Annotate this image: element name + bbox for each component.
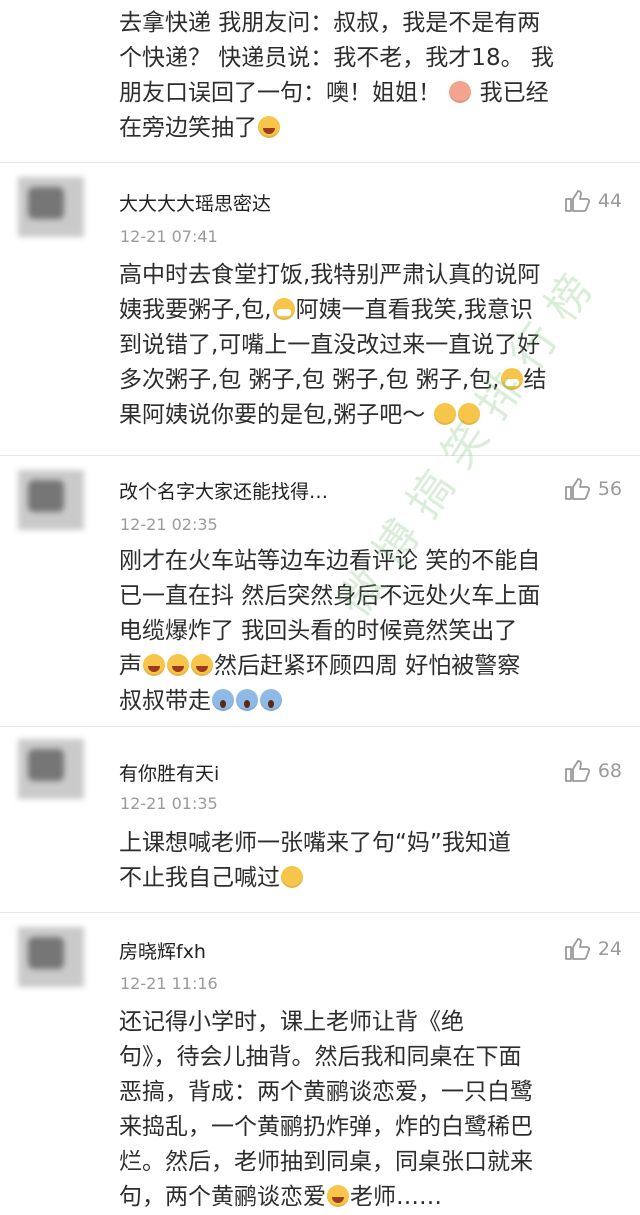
laugh-cry-icon [167, 654, 189, 676]
comment-line: 多次粥子,包 粥子,包 粥子,包 粥子,包, [119, 367, 500, 393]
timestamp: 12-21 01:35 [120, 794, 218, 813]
timestamp: 12-21 02:35 [120, 515, 218, 534]
like-button[interactable]: 68 [564, 759, 622, 783]
comment-line-tail: 我已经 [479, 80, 549, 106]
laugh-cry-icon [191, 654, 213, 676]
comment-line: 不止我自己喊过 [119, 865, 280, 891]
comment-line-wrap: 叔叔带走 [119, 684, 619, 719]
username[interactable]: 大大大大瑶思密达 [119, 189, 271, 216]
timestamp: 12-21 11:16 [120, 974, 218, 993]
like-count: 56 [597, 478, 622, 500]
comment-line: 姨我要粥子,包, [119, 297, 272, 323]
comment-line: 还记得小学时，课上老师让背《绝 [119, 1009, 464, 1035]
comment-line-wrap: 不止我自己喊过 [119, 861, 619, 896]
comment-line: 朋友口误回了一句：噢！姐姐！ [119, 80, 441, 106]
comment-body: 还记得小学时，课上老师让背《绝 句》，待会儿抽背。然后我和同桌在下面 恶搞，背成… [119, 1005, 619, 1215]
laugh-cry-icon [258, 116, 280, 138]
username[interactable]: 有你胜有天i [119, 759, 219, 786]
laugh-cry-icon [327, 1185, 349, 1207]
comment-feed: 去拿快递 我朋友问：叔叔，我是不是有两 个快递？ 快递员说：我不老，我才18。 … [0, 0, 640, 1215]
avatar[interactable] [18, 177, 84, 237]
comment-line: 声 [119, 653, 142, 679]
comment-line: 阿姨一直看我笑,我意识 [295, 297, 533, 323]
like-count: 68 [597, 760, 622, 782]
comment-body: 上课想喊老师一张嘴来了句“妈”我知道 不止我自己喊过 [119, 826, 619, 896]
comment-line: 个快递？ 快递员说：我不老，我才18。 我 [119, 45, 554, 71]
scream-face-icon [260, 689, 282, 711]
comment-line-wrap: 句，两个黄鹂谈恋爱 老师…… [119, 1180, 619, 1215]
like-button[interactable]: 44 [564, 189, 622, 213]
comment-line: 老师…… [350, 1184, 442, 1210]
scream-face-icon [236, 689, 258, 711]
comment-line: 叔叔带走 [119, 688, 211, 714]
comment-line: 去拿快递 我朋友问：叔叔，我是不是有两 [119, 10, 541, 36]
comment-line-wrap: 果阿姨说你要的是包,粥子吧～ [119, 398, 619, 433]
like-count: 24 [597, 938, 622, 960]
like-button[interactable]: 24 [564, 937, 622, 961]
comment-line: 恶搞，背成：两个黄鹂谈恋爱，一只白鹭 [119, 1079, 533, 1105]
comment-line: 句》，待会儿抽背。然后我和同桌在下面 [119, 1044, 522, 1070]
thumbs-up-icon [564, 190, 590, 212]
comment-line-wrap: 朋友口误回了一句：噢！姐姐！ 我已经 [119, 76, 549, 111]
comment-line: 句，两个黄鹂谈恋爱 [119, 1184, 326, 1210]
username[interactable]: 房晓辉fxh [119, 937, 206, 964]
comment-line-wrap: 声 然后赶紧环顾四周 好怕被警察 [119, 649, 619, 684]
thumbs-up-icon [564, 938, 590, 960]
avatar[interactable] [18, 739, 84, 799]
comment-line: 在旁边笑抽了 [119, 115, 257, 141]
comment-line: 上课想喊老师一张嘴来了句“妈”我知道 [119, 830, 511, 856]
laugh-cry-icon [143, 654, 165, 676]
scream-face-icon [212, 689, 234, 711]
comment-line: 烂。然后，老师抽到同桌，同桌张口就来 [119, 1149, 533, 1175]
avatar[interactable] [18, 470, 84, 530]
mask-face-icon [272, 298, 295, 320]
thumbs-up-icon [564, 478, 590, 500]
avatar[interactable] [18, 927, 84, 987]
like-button[interactable]: 56 [564, 477, 622, 501]
comment-item: 有你胜有天i 68 12-21 01:35 上课想喊老师一张嘴来了句“妈”我知道… [0, 727, 640, 912]
like-count: 44 [597, 190, 622, 212]
smirk-face-icon [281, 866, 303, 888]
pig-face-icon [449, 81, 472, 103]
timestamp: 12-21 07:41 [120, 227, 218, 246]
comment-line: 果阿姨说你要的是包,粥子吧～ [119, 402, 426, 428]
username[interactable]: 改个名字大家还能找得… [119, 477, 328, 504]
comment-line: 来捣乱，一个黄鹂扔炸弹，炸的白鹭稀巴 [119, 1114, 533, 1140]
comment-top: 去拿快递 我朋友问：叔叔，我是不是有两 个快递？ 快递员说：我不老，我才18。 … [0, 0, 640, 162]
comment-line-wrap: 在旁边笑抽了 [119, 111, 281, 146]
comment-line: 然后赶紧环顾四周 好怕被警察 [214, 653, 521, 679]
thumbs-up-icon [564, 760, 590, 782]
comment-item: 房晓辉fxh 24 12-21 11:16 还记得小学时，课上老师让背《绝 句》… [0, 913, 640, 1215]
comment-item: 改个名字大家还能找得… 56 12-21 02:35 刚才在火车站等边车边看评论… [0, 456, 640, 726]
